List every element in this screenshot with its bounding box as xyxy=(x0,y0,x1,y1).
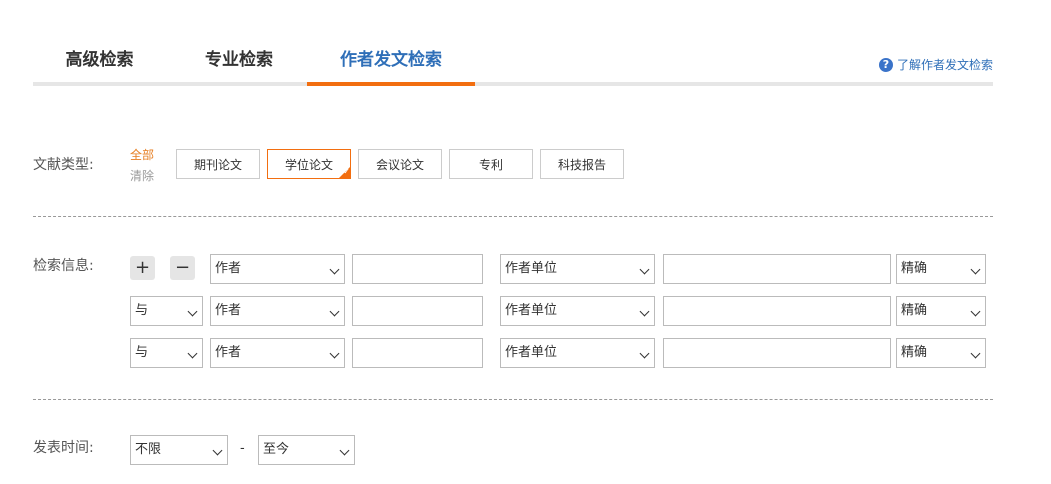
doc-type-thesis[interactable]: 学位论文 ✓ xyxy=(267,149,351,179)
match-select[interactable]: 精确 xyxy=(896,296,986,326)
help-link[interactable]: ? 了解作者发文检索 xyxy=(878,56,993,73)
chevron-down-icon xyxy=(970,264,981,275)
chevron-down-icon xyxy=(339,445,350,456)
doc-type-thesis-label: 学位论文 xyxy=(284,158,333,172)
doc-type-label: 文献类型: xyxy=(33,157,94,173)
doc-type-tech-report[interactable]: 科技报告 xyxy=(540,149,624,179)
search-info-label: 检索信息: xyxy=(33,258,94,274)
pub-time-to-value: 至今 xyxy=(263,442,290,457)
field-select-value: 作者 xyxy=(215,345,242,360)
author-input[interactable] xyxy=(352,254,483,284)
match-select[interactable]: 精确 xyxy=(896,254,986,284)
chevron-down-icon xyxy=(639,348,650,359)
field-select[interactable]: 作者 xyxy=(210,296,345,326)
match-select-value: 精确 xyxy=(901,345,928,360)
chevron-down-icon xyxy=(329,264,340,275)
field2-select[interactable]: 作者单位 xyxy=(500,254,655,284)
field2-select-value: 作者单位 xyxy=(505,261,558,276)
pub-time-separator: - xyxy=(240,441,245,456)
match-select[interactable]: 精确 xyxy=(896,338,986,368)
logic-select-value: 与 xyxy=(135,345,149,360)
active-tab-underline xyxy=(307,82,475,86)
add-row-button[interactable]: + xyxy=(130,256,155,280)
doc-type-journal[interactable]: 期刊论文 xyxy=(176,149,260,179)
tab-advanced-search[interactable]: 高级检索 xyxy=(33,48,166,86)
field-select[interactable]: 作者 xyxy=(210,338,345,368)
chevron-down-icon xyxy=(187,348,198,359)
field2-select[interactable]: 作者单位 xyxy=(500,338,655,368)
affiliation-input[interactable] xyxy=(663,296,891,326)
chevron-down-icon xyxy=(639,264,650,275)
pub-time-to-select[interactable]: 至今 xyxy=(258,435,355,465)
doc-type-patent[interactable]: 专利 xyxy=(449,149,533,179)
chevron-down-icon xyxy=(329,348,340,359)
logic-select[interactable]: 与 xyxy=(130,296,203,326)
author-input[interactable] xyxy=(352,338,483,368)
chevron-down-icon xyxy=(970,348,981,359)
pub-time-from-select[interactable]: 不限 xyxy=(130,435,228,465)
chevron-down-icon xyxy=(212,445,223,456)
search-tabs: 高级检索 专业检索 作者发文检索 ? 了解作者发文检索 xyxy=(33,30,993,88)
field2-select[interactable]: 作者单位 xyxy=(500,296,655,326)
field-select-value: 作者 xyxy=(215,261,242,276)
tab-professional-search[interactable]: 专业检索 xyxy=(173,48,305,86)
chevron-down-icon xyxy=(329,306,340,317)
author-input[interactable] xyxy=(352,296,483,326)
remove-row-button[interactable]: − xyxy=(170,256,195,280)
doc-type-clear-link[interactable]: 清除 xyxy=(130,167,154,184)
affiliation-input[interactable] xyxy=(663,338,891,368)
field-select[interactable]: 作者 xyxy=(210,254,345,284)
logic-select[interactable]: 与 xyxy=(130,338,203,368)
field2-select-value: 作者单位 xyxy=(505,345,558,360)
doc-type-conference[interactable]: 会议论文 xyxy=(358,149,442,179)
match-select-value: 精确 xyxy=(901,303,928,318)
field2-select-value: 作者单位 xyxy=(505,303,558,318)
help-link-label: 了解作者发文检索 xyxy=(896,58,993,72)
affiliation-input[interactable] xyxy=(663,254,891,284)
section-divider xyxy=(33,216,993,217)
tab-author-search[interactable]: 作者发文检索 xyxy=(307,48,475,86)
pub-time-label: 发表时间: xyxy=(33,440,94,456)
pub-time-from-value: 不限 xyxy=(135,442,162,457)
tab-author-search-label: 作者发文检索 xyxy=(340,50,442,70)
section-divider xyxy=(33,399,993,400)
logic-select-value: 与 xyxy=(135,303,149,318)
chevron-down-icon xyxy=(187,306,198,317)
match-select-value: 精确 xyxy=(901,261,928,276)
selected-check-icon: ✓ xyxy=(338,166,351,179)
chevron-down-icon xyxy=(639,306,650,317)
doc-type-all-link[interactable]: 全部 xyxy=(130,146,154,163)
question-circle-icon: ? xyxy=(878,57,893,72)
chevron-down-icon xyxy=(970,306,981,317)
field-select-value: 作者 xyxy=(215,303,242,318)
